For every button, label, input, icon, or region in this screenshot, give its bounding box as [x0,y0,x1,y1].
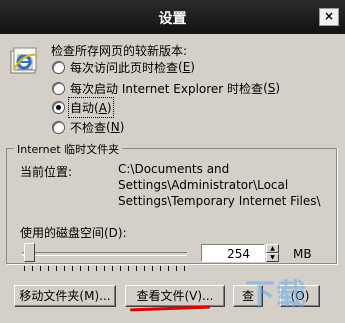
disk-space-label: 使用的磁盘空间(D): [20,226,127,240]
disk-space-slider-thumb[interactable] [24,243,35,262]
spin-up-icon[interactable]: ▲ [266,244,279,253]
disk-space-slider-track[interactable] [22,252,187,256]
settings-dialog: 设置 × 检查所存网页的较新版本: 每次访问此页时检查(E) 每次启动 Inte… [0,0,345,323]
move-folder-button[interactable]: 移动文件夹(M)... [14,285,116,307]
disk-space-unit: MB [293,247,312,261]
close-icon: × [323,9,335,23]
radio-circle[interactable] [52,120,65,134]
radio-automatic[interactable]: 自动(A) [52,96,114,118]
radio-label: 自动 [70,100,95,115]
radio-every-visit[interactable]: 每次访问此页时检查(E) [52,59,195,75]
radio-circle[interactable] [52,60,65,74]
current-location-value: C:\Documents and Settings\Administrator\… [118,161,323,209]
temp-files-group-title: Internet 临时文件夹 [14,141,123,157]
location-line: Settings\Administrator\Local [118,178,289,192]
radio-key: E [182,60,191,74]
ie-logo-icon [10,47,37,74]
current-location-label: 当前位置: [20,165,73,179]
radio-label: 不检查 [70,120,107,135]
radio-key: N [110,120,120,134]
disk-space-input[interactable]: 254 [201,244,265,262]
view-files-button[interactable]: 查看文件(V)... [125,285,225,307]
watermark-text: 下载 [245,278,307,313]
radio-circle[interactable] [52,100,65,114]
disk-space-spinner[interactable]: ▲ ▼ [266,244,279,262]
close-button[interactable]: × [319,8,339,26]
radio-label: 每次访问此页时检查 [70,60,179,75]
radio-never[interactable]: 不检查(N) [52,119,124,135]
radio-label-focused: 自动(A) [68,96,114,118]
title-bar[interactable]: 设置 × [0,0,345,34]
radio-label: 每次启动 Internet Explorer 时检查 [70,81,264,96]
radio-every-start[interactable]: 每次启动 Internet Explorer 时检查(S) [52,80,280,96]
location-line: C:\Documents and [118,162,230,176]
radio-key: S [267,81,276,95]
dialog-title: 设置 [158,11,187,27]
spin-down-icon[interactable]: ▼ [266,253,279,262]
radio-circle[interactable] [52,81,65,95]
location-line: Settings\Temporary Internet Files\ [118,194,321,208]
radio-key: A [98,100,107,115]
check-label: 检查所存网页的较新版本: [51,44,188,58]
slider-ticks [24,266,188,271]
